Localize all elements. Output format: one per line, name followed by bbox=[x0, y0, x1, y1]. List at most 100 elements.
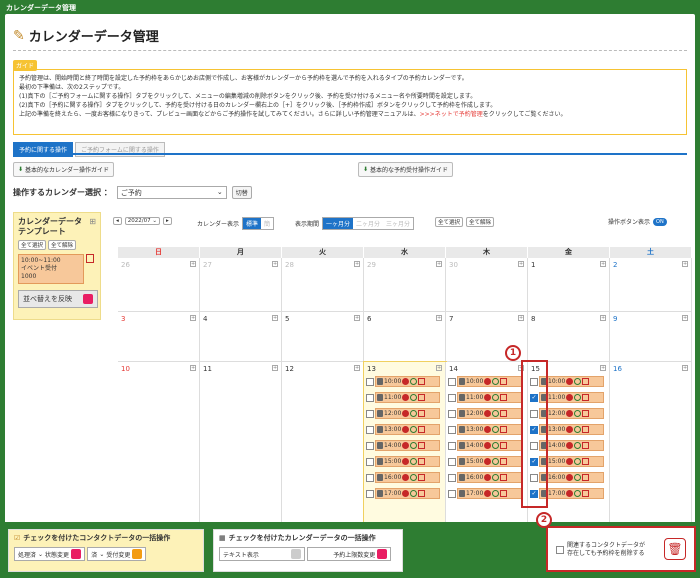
person-icon[interactable] bbox=[566, 490, 574, 497]
add-slot-icon[interactable]: + bbox=[354, 315, 360, 321]
person-icon[interactable] bbox=[566, 442, 574, 449]
time-slot[interactable]: 14:00 bbox=[448, 440, 522, 451]
link-icon[interactable] bbox=[492, 426, 500, 433]
slot-pill[interactable]: 16:00 bbox=[457, 472, 522, 483]
link-icon[interactable] bbox=[574, 394, 582, 401]
slot-pill[interactable]: 11:00 bbox=[539, 392, 604, 403]
delete-option[interactable]: 関連するコンタクトデータが 存在しても予約枠を削除する bbox=[556, 542, 656, 558]
delete-option-checkbox[interactable] bbox=[556, 546, 564, 554]
calendar-day[interactable]: 1 + bbox=[528, 258, 610, 312]
calendar-day[interactable]: 2 + bbox=[610, 258, 692, 312]
slot-pill[interactable]: 14:00 bbox=[457, 440, 522, 451]
person-icon[interactable] bbox=[566, 458, 574, 465]
person-icon[interactable] bbox=[402, 474, 410, 481]
slot-checkbox[interactable] bbox=[448, 473, 456, 482]
person-icon[interactable] bbox=[402, 442, 410, 449]
person-icon[interactable] bbox=[402, 394, 410, 401]
add-slot-icon[interactable]: + bbox=[436, 365, 442, 371]
slot-checkbox[interactable] bbox=[366, 457, 374, 466]
copy-icon[interactable] bbox=[418, 442, 426, 449]
time-slot[interactable]: 11:00 bbox=[366, 392, 440, 403]
calendar-day[interactable]: 29 + bbox=[364, 258, 446, 312]
add-slot-icon[interactable]: + bbox=[518, 315, 524, 321]
slot-checkbox[interactable] bbox=[448, 457, 456, 466]
slot-checkbox[interactable] bbox=[448, 425, 456, 434]
time-slot[interactable]: 16:00 bbox=[448, 472, 522, 483]
add-slot-icon[interactable]: + bbox=[600, 365, 606, 371]
calendar-day[interactable]: 10 + bbox=[118, 362, 200, 528]
calendar-day[interactable]: 27 + bbox=[200, 258, 282, 312]
add-slot-icon[interactable]: + bbox=[272, 315, 278, 321]
slot-pill[interactable]: 12:00 bbox=[539, 408, 604, 419]
prev-month-button[interactable]: ◂ bbox=[113, 217, 122, 225]
manual-link[interactable]: >>>ネットで予約管理 bbox=[420, 111, 483, 118]
person-icon[interactable] bbox=[566, 378, 574, 385]
link-icon[interactable] bbox=[410, 458, 418, 465]
link-icon[interactable] bbox=[410, 426, 418, 433]
slot-pill[interactable]: 11:00 bbox=[375, 392, 440, 403]
link-icon[interactable] bbox=[492, 410, 500, 417]
copy-icon[interactable] bbox=[500, 426, 508, 433]
slot-checkbox[interactable] bbox=[448, 489, 456, 498]
text-display-button[interactable]: テキスト表示 bbox=[219, 547, 305, 561]
time-slot[interactable]: 10:00 bbox=[366, 376, 440, 387]
calendar-guide-button[interactable]: ⬇ 基本的なカレンダー操作ガイド bbox=[13, 162, 115, 177]
display-standard[interactable]: 標準 bbox=[243, 218, 262, 229]
add-slot-icon[interactable]: + bbox=[518, 261, 524, 267]
copy-icon[interactable] bbox=[418, 474, 426, 481]
reception-select[interactable]: 済 ⌄ 受付変更 bbox=[87, 547, 147, 561]
switch-button[interactable]: 切替 bbox=[231, 186, 252, 199]
copy-icon[interactable] bbox=[418, 490, 426, 497]
month-select[interactable]: 2022/07 ⌄ bbox=[124, 217, 160, 225]
time-slot[interactable]: 12:00 bbox=[366, 408, 440, 419]
calendar-day[interactable]: 28 + bbox=[282, 258, 364, 312]
slot-checkbox[interactable] bbox=[366, 473, 374, 482]
period-3m[interactable]: 三ヶ月分 bbox=[383, 218, 413, 229]
add-slot-icon[interactable]: + bbox=[190, 365, 196, 371]
link-icon[interactable] bbox=[410, 490, 418, 497]
copy-icon[interactable] bbox=[418, 394, 426, 401]
next-month-button[interactable]: ▸ bbox=[162, 217, 172, 225]
slot-checkbox[interactable] bbox=[366, 489, 374, 498]
add-slot-icon[interactable]: + bbox=[354, 261, 360, 267]
template-event[interactable]: 10:00~11:00 イベント受付 1000 bbox=[18, 254, 96, 284]
template-select-all-button[interactable]: 全て選択 bbox=[18, 240, 47, 250]
display-simple[interactable]: 簡 bbox=[261, 218, 273, 229]
link-icon[interactable] bbox=[574, 378, 582, 385]
slot-pill[interactable]: 15:00 bbox=[375, 456, 440, 467]
link-icon[interactable] bbox=[574, 490, 582, 497]
time-slot[interactable]: 17:00 bbox=[448, 488, 522, 499]
copy-icon[interactable] bbox=[500, 378, 508, 385]
time-slot[interactable]: 13:00 bbox=[366, 424, 440, 435]
reserve-limit-button[interactable]: 予約上限数変更 bbox=[307, 547, 392, 561]
time-slot[interactable]: 17:00 bbox=[366, 488, 440, 499]
person-icon[interactable] bbox=[402, 378, 410, 385]
calendar-day[interactable]: 26 + bbox=[118, 258, 200, 312]
slot-pill[interactable]: 17:00 bbox=[539, 488, 604, 499]
link-icon[interactable] bbox=[492, 442, 500, 449]
copy-icon[interactable] bbox=[582, 394, 590, 401]
link-icon[interactable] bbox=[410, 378, 418, 385]
calendar-day[interactable]: 14 +10:00 11:00 12:00 13:00 14:00 15:00 16:00 17… bbox=[446, 362, 528, 528]
period-2m[interactable]: 二ヶ月分 bbox=[353, 218, 383, 229]
slot-pill[interactable]: 13:00 bbox=[539, 424, 604, 435]
slot-pill[interactable]: 14:00 bbox=[375, 440, 440, 451]
link-icon[interactable] bbox=[410, 442, 418, 449]
slot-pill[interactable]: 12:00 bbox=[457, 408, 522, 419]
link-icon[interactable] bbox=[574, 442, 582, 449]
copy-icon[interactable] bbox=[500, 410, 508, 417]
calendar-day[interactable]: 5 + bbox=[282, 312, 364, 362]
time-slot[interactable]: 13:00 bbox=[448, 424, 522, 435]
add-slot-icon[interactable]: + bbox=[436, 261, 442, 267]
deselect-all-button[interactable]: 全て解除 bbox=[466, 217, 495, 227]
add-slot-icon[interactable]: + bbox=[436, 315, 442, 321]
person-icon[interactable] bbox=[402, 426, 410, 433]
add-icon[interactable]: ⊞ bbox=[89, 217, 96, 237]
person-icon[interactable] bbox=[484, 426, 492, 433]
person-icon[interactable] bbox=[484, 378, 492, 385]
select-all-button[interactable]: 全て選択 bbox=[435, 217, 464, 227]
copy-icon[interactable] bbox=[500, 394, 508, 401]
person-icon[interactable] bbox=[566, 474, 574, 481]
slot-checkbox[interactable] bbox=[448, 441, 456, 450]
slot-pill[interactable]: 10:00 bbox=[539, 376, 604, 387]
